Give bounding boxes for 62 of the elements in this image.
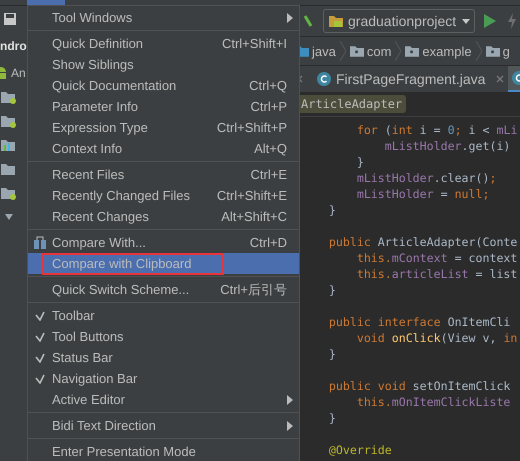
menu-item[interactable]: Compare With... Ctrl+D — [28, 232, 299, 253]
chevron-icon — [340, 41, 346, 61]
menu-item[interactable]: Toolbar — [28, 305, 299, 326]
code-line: } — [328, 283, 336, 297]
folder-icon[interactable] — [0, 162, 16, 176]
code-line: } — [328, 411, 336, 425]
menu-item[interactable]: Quick Definition Ctrl+Shift+I — [28, 33, 299, 54]
code-line: public ArticleAdapter(Conte — [328, 235, 518, 249]
breadcrumb[interactable]: com — [350, 44, 392, 58]
close-icon[interactable] — [496, 75, 504, 83]
menu-item[interactable]: Quick Switch Scheme... Ctrl+后引号 — [28, 279, 299, 300]
menu-item[interactable]: Context Info Alt+Q — [28, 138, 299, 159]
code-line: for (int i = 0; i < mLi — [356, 123, 518, 137]
code-line: void onClick(View v, in — [356, 331, 518, 345]
menu-item[interactable]: Tool Windows — [28, 7, 299, 28]
code-line: this.mOnItemClickListe — [356, 395, 510, 409]
code-line: mListHolder = null; — [356, 187, 490, 201]
breadcrumb[interactable]: g — [486, 44, 510, 58]
project-title: ndro — [0, 39, 27, 53]
project-view-label[interactable]: An — [11, 66, 26, 80]
menu-item[interactable]: Tool Buttons — [28, 326, 299, 347]
code-line: } — [356, 155, 364, 169]
folder-icon — [405, 45, 420, 57]
class-icon — [317, 72, 331, 86]
run-icon[interactable] — [483, 13, 498, 29]
code-line: this.mContext = context — [356, 251, 518, 265]
menu-item[interactable]: Recent Files Ctrl+E — [28, 164, 299, 185]
expand-icon[interactable] — [4, 212, 14, 222]
folder-icon — [486, 45, 500, 57]
caret-icon — [462, 18, 470, 24]
run-configuration-dropdown[interactable]: graduationproject — [323, 9, 476, 33]
breadcrumb[interactable]: example — [405, 44, 472, 58]
menu-item[interactable]: Status Bar — [28, 347, 299, 368]
code-line: } — [328, 203, 336, 217]
code-line: this.articleList = list — [356, 267, 518, 281]
folder-icon — [350, 45, 364, 57]
menu-item[interactable]: Bidi Text Direction — [28, 415, 299, 436]
menu-item[interactable]: Navigation Bar — [28, 368, 299, 389]
android-folder-icon — [328, 14, 344, 28]
menu-item[interactable]: Enter Presentation Mode — [28, 441, 299, 461]
code-line: public interface OnItemCli — [328, 315, 510, 329]
code-line: } — [328, 347, 336, 361]
menu-item[interactable]: Recent Changes Alt+Shift+C — [28, 206, 299, 227]
code-line: mListHolder.get(i) — [384, 139, 510, 153]
chevron-icon — [476, 41, 482, 61]
chart-icon[interactable] — [0, 138, 16, 152]
menu-item[interactable]: Expression Type Ctrl+Shift+P — [28, 117, 299, 138]
android-icon — [0, 66, 8, 80]
menu-item[interactable]: Active Editor — [28, 389, 299, 410]
code-line: mListHolder.clear(); — [356, 171, 496, 185]
folder-icon[interactable] — [0, 114, 16, 128]
chevron-icon — [395, 41, 402, 61]
menu-item[interactable]: Recently Changed Files Ctrl+Shift+E — [28, 185, 299, 206]
menu-item[interactable]: Parameter Info Ctrl+P — [28, 96, 299, 117]
code-line: @Override — [328, 443, 392, 457]
class-breadcrumb[interactable]: ArticleAdapter — [297, 95, 406, 113]
code-line: public void setOnItemClick — [328, 379, 510, 393]
folder-icon[interactable] — [0, 186, 16, 200]
save-icon[interactable] — [2, 12, 18, 26]
menu-item[interactable]: Show Siblings — [28, 54, 299, 75]
folder-icon[interactable] — [0, 90, 16, 104]
menu-item[interactable]: Quick Documentation Ctrl+Q — [28, 75, 299, 96]
